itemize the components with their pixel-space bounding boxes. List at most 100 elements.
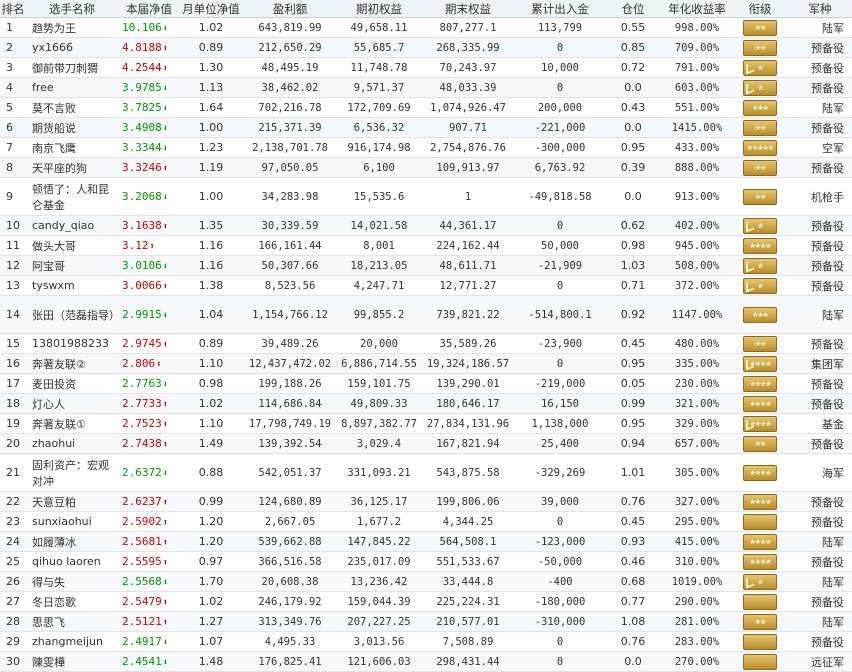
player-name[interactable]: 顿悟了：人和昆仑基金 (26, 177, 118, 216)
column-header[interactable]: 盈利额 (242, 0, 338, 18)
player-name[interactable]: 灯心人 (26, 393, 118, 414)
player-name[interactable]: 如履薄冰 (26, 531, 118, 552)
player-link[interactable]: 天意豆粕 (32, 496, 76, 509)
player-name[interactable]: sunxiaohui (26, 511, 118, 532)
table-row[interactable]: 23 sunxiaohui 2.5902⬆ 1.20 2,667.05 1,677.2 4,… (0, 511, 852, 532)
player-name[interactable]: free (26, 77, 118, 98)
player-name[interactable]: 御前带刀刺猬 (26, 57, 118, 78)
player-link[interactable]: 灯心人 (32, 398, 65, 411)
table-row[interactable]: 9 顿悟了：人和昆仑基金 3.2068⬇ 1.00 34,283.98 15,535.6 1… (0, 177, 852, 216)
table-row[interactable]: 5 莫不言败 3.7825⬇ 1.64 702,216.78 172,709.69 1,07… (0, 97, 852, 118)
player-name[interactable]: zhangmeijun (26, 631, 118, 652)
column-header[interactable]: 年化收益率 (662, 0, 732, 18)
player-link[interactable]: 麦田投资 (32, 378, 76, 391)
player-name[interactable]: 莫不言败 (26, 97, 118, 118)
player-name[interactable]: 趋势为王 (26, 17, 118, 38)
table-row[interactable]: 21 固利资产：宏观对冲 2.6372⬇ 0.88 542,051.37 331,093.… (0, 453, 852, 492)
column-header[interactable]: 期初权益 (338, 0, 420, 18)
table-row[interactable]: 18 灯心人 2.7733⬆ 1.02 114,686.84 49,809.33 180,6… (0, 393, 852, 414)
player-link[interactable]: free (32, 81, 54, 94)
table-row[interactable]: 13 tyswxm 3.0066⬆ 1.38 8,523.56 4,247.71 12,77… (0, 275, 852, 296)
table-row[interactable]: 3 御前带刀刺猬 4.2544⬆ 1.30 48,495.19 11,748.78 70,2… (0, 57, 852, 78)
player-name[interactable]: 13801988233 (26, 333, 118, 354)
player-link[interactable]: 期货船说 (32, 122, 76, 135)
table-row[interactable]: 12 阿宝哥 3.0106⬇ 1.16 50,307.66 18,213.05 48,611… (0, 255, 852, 276)
player-name[interactable]: 期货船说 (26, 117, 118, 138)
column-header[interactable]: 累计出入金 (516, 0, 604, 18)
player-link[interactable]: 如履薄冰 (32, 536, 76, 549)
column-header[interactable]: 排名 (0, 0, 26, 18)
player-name[interactable]: qihuo laoren (26, 551, 118, 572)
player-name[interactable]: 天意豆粕 (26, 491, 118, 512)
player-link[interactable]: qihuo laoren (32, 555, 101, 568)
player-name[interactable]: 得与失 (26, 571, 118, 592)
player-link[interactable]: 莫不言败 (32, 102, 76, 115)
table-row[interactable]: 7 南京飞鹰 3.3344⬇ 1.23 2,138,701.78 916,174.98 2,… (0, 137, 852, 158)
table-row[interactable]: 16 奔著友联② 2.806⬆ 1.10 12,437,472.02 6,886,714.… (0, 353, 852, 374)
table-row[interactable]: 29 zhangmeijun 2.4917⬇ 1.07 4,495.33 3,013.56… (0, 631, 852, 652)
player-link[interactable]: 御前带刀刺猬 (32, 62, 98, 75)
player-name[interactable]: zhaohui (26, 433, 118, 454)
player-name[interactable]: 南京飞鹰 (26, 137, 118, 158)
player-link[interactable]: sunxiaohui (32, 515, 92, 528)
player-link[interactable]: 固利资产：宏观对冲 (32, 459, 109, 488)
player-link[interactable]: yx1666 (32, 41, 73, 54)
player-link[interactable]: 思思飞 (32, 616, 65, 629)
player-name[interactable]: 冬日恋歌 (26, 591, 118, 612)
column-header[interactable]: 仓位 (604, 0, 662, 18)
table-row[interactable]: 22 天意豆粕 2.6237⬆ 0.99 124,680.89 36,125.17 199,… (0, 491, 852, 512)
player-link[interactable]: zhangmeijun (32, 635, 103, 648)
table-row[interactable]: 14 张田（范磊指导） 2.9915⬇ 1.04 1,154,766.12 99,855.… (0, 295, 852, 334)
column-header[interactable]: 衔级 (732, 0, 788, 18)
player-name[interactable]: 阿宝哥 (26, 255, 118, 276)
player-name[interactable]: 思思飞 (26, 611, 118, 632)
player-link[interactable]: 13801988233 (32, 337, 109, 350)
table-row[interactable]: 27 冬日恋歌 2.5479⬆ 1.02 246,179.92 159,044.39 225… (0, 591, 852, 612)
player-name[interactable]: 奔著友联② (26, 353, 118, 374)
table-row[interactable]: 15 13801988233 2.9745⬆ 0.89 39,489.26 20,000 3… (0, 333, 852, 354)
player-link[interactable]: 陳雯樺 (32, 656, 65, 669)
player-name[interactable]: yx1666 (26, 37, 118, 58)
column-header[interactable]: 选手名称 (26, 0, 118, 18)
player-name[interactable]: 固利资产：宏观对冲 (26, 453, 118, 492)
table-row[interactable]: 20 zhaohui 2.7438⬆ 1.49 139,392.54 3,029.4 167… (0, 433, 852, 454)
player-link[interactable]: 顿悟了：人和昆仑基金 (32, 183, 109, 212)
table-row[interactable]: 24 如履薄冰 2.5681⬆ 1.20 539,662.88 147,845.22 564… (0, 531, 852, 552)
table-row[interactable]: 6 期货船说 3.4908⬇ 1.00 215,371.39 6,536.32 907.71… (0, 117, 852, 138)
table-row[interactable]: 1 趋势为王 10.106⬇ 1.02 643,819.99 49,658.11 807,2… (0, 17, 852, 38)
player-link[interactable]: zhaohui (32, 437, 75, 450)
player-link[interactable]: tyswxm (32, 279, 75, 292)
player-name[interactable]: candy_qiao (26, 215, 118, 236)
column-header[interactable]: 军种 (788, 0, 852, 18)
player-link[interactable]: 奔著友联① (32, 418, 86, 431)
table-row[interactable]: 19 奔著友联① 2.7523⬆ 1.10 17,798,749.19 8,897,382… (0, 413, 852, 434)
table-row[interactable]: 8 天平座的狗 3.3246⬆ 1.19 97,050.05 6,100 109,913.9… (0, 157, 852, 178)
player-link[interactable]: 张田（范磊指导） (32, 309, 118, 322)
player-link[interactable]: candy_qiao (32, 219, 94, 232)
player-link[interactable]: 得与失 (32, 576, 65, 589)
column-header[interactable]: 本届净值 (118, 0, 180, 18)
player-name[interactable]: 天平座的狗 (26, 157, 118, 178)
table-row[interactable]: 11 做头大哥 3.12⬆ 1.16 166,161.44 8,001 224,162.44… (0, 235, 852, 256)
player-link[interactable]: 奔著友联② (32, 358, 86, 371)
table-row[interactable]: 25 qihuo laoren 2.5595⬆ 0.97 366,516.58 235,0… (0, 551, 852, 572)
player-link[interactable]: 冬日恋歌 (32, 596, 76, 609)
player-name[interactable]: tyswxm (26, 275, 118, 296)
table-row[interactable]: 17 麦田投资 2.7763⬇ 0.98 199,188.26 159,101.75 139… (0, 373, 852, 394)
player-link[interactable]: 趋势为王 (32, 22, 76, 35)
column-header[interactable]: 月单位净值 (180, 0, 242, 18)
table-row[interactable]: 28 思思飞 2.5121⬆ 1.27 313,349.76 207,227.25 210,… (0, 611, 852, 632)
player-name[interactable]: 麦田投资 (26, 373, 118, 394)
player-link[interactable]: 阿宝哥 (32, 260, 65, 273)
column-header[interactable]: 期末权益 (420, 0, 516, 18)
player-link[interactable]: 南京飞鹰 (32, 142, 76, 155)
table-row[interactable]: 4 free 3.9785⬇ 1.13 38,462.02 9,571.37 48,033.… (0, 77, 852, 98)
player-name[interactable]: 做头大哥 (26, 235, 118, 256)
player-name[interactable]: 张田（范磊指导） (26, 295, 118, 334)
player-link[interactable]: 天平座的狗 (32, 162, 87, 175)
player-link[interactable]: 做头大哥 (32, 240, 76, 253)
player-name[interactable]: 奔著友联① (26, 413, 118, 434)
table-row[interactable]: 2 yx1666 4.8188⬆ 0.89 212,650.29 55,685.7 268,… (0, 37, 852, 58)
table-row[interactable]: 10 candy_qiao 3.1638⬆ 1.35 30,339.59 14,021.5… (0, 215, 852, 236)
table-row[interactable]: 26 得与失 2.5568⬇ 1.70 20,608.38 13,236.42 33,444… (0, 571, 852, 592)
